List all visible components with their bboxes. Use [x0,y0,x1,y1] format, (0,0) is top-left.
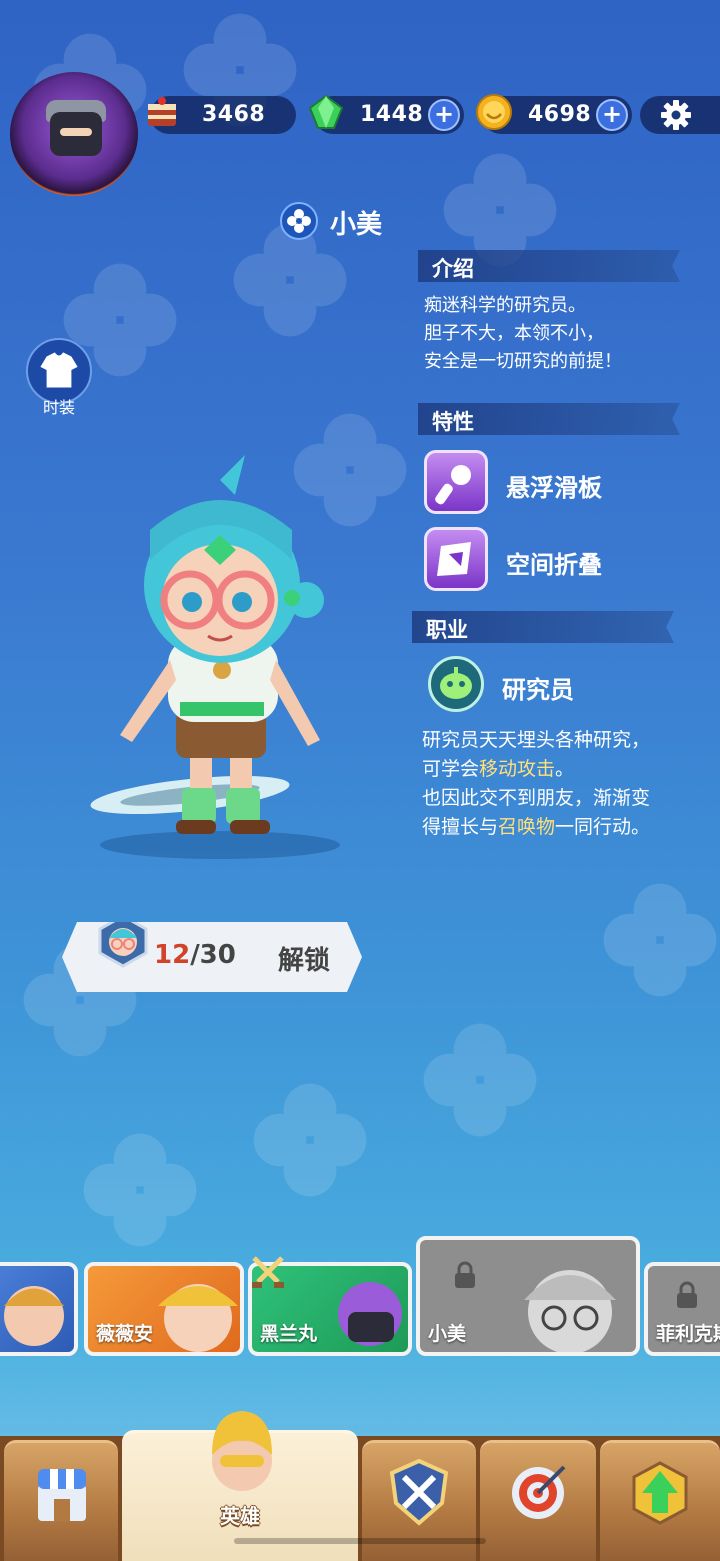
cake-icon [148,97,176,126]
hero-card-name: 黑兰丸 [260,1323,318,1345]
add-gems-button[interactable]: + [428,99,460,131]
hero-shard-icon [98,922,148,968]
background-flower [423,1023,537,1137]
upgrade-icon [632,1461,688,1525]
traits-heading: 特性 [432,410,474,434]
job-description: 研究员天天埋头各种研究， 可学会移动攻击。 也因此交不到朋友，渐渐变 得擅长与召… [422,726,650,842]
hero-name: 小美 [330,210,383,240]
unlock-button[interactable]: 解锁 [278,940,330,977]
green-gem-icon [308,94,344,129]
intro-line: 安全是一切研究的前提！ [424,351,622,372]
intro-line: 胆子不大，本领不小， [424,323,604,344]
gear-icon [661,100,691,130]
battle-icon [389,1458,449,1526]
trait-space-fold[interactable] [424,527,488,591]
player-avatar[interactable] [10,72,138,196]
hero-card-vivian[interactable]: 薇薇安 [84,1262,244,1356]
hero-card[interactable] [0,1262,78,1356]
costume-label: 时装 [42,398,75,417]
highlight-summons: 召唤物 [498,816,556,838]
space-fold-icon [437,542,471,576]
background-flower [603,883,717,997]
hero-card-felix[interactable]: 菲利克斯 [644,1262,720,1356]
gold-coin-icon [476,94,512,130]
job-emblem [428,656,484,712]
job-desc-line: 得擅长与召唤物一同行动。 [422,816,651,838]
lock-icon [677,1281,697,1308]
background-flower [253,1083,367,1197]
add-coins-button[interactable]: + [596,99,628,131]
hero-icon [212,1411,272,1491]
trait-hoverboard[interactable] [424,450,488,514]
flower-icon [280,202,318,240]
intro-heading: 介绍 [432,257,474,281]
background-flower [83,1133,197,1247]
lock-icon [455,1261,475,1288]
gem-count: 1448 [360,102,424,127]
eyes-graphic [60,128,92,136]
trait-label: 悬浮滑板 [506,474,602,502]
unlock-panel[interactable]: 12/30 解锁 [62,922,362,992]
nav-target[interactable] [480,1440,596,1561]
resource-gem: 1448 + [308,94,464,134]
trait-label: 空间折叠 [506,551,602,579]
settings-button[interactable] [640,96,720,134]
hero-card-name: 薇薇安 [96,1323,154,1345]
hero-card-xiaomei[interactable]: 小美 [416,1236,640,1356]
shop-icon [38,1469,86,1521]
hero-portrait [4,1286,64,1346]
nav-upgrade[interactable] [600,1440,720,1561]
job-name: 研究员 [502,676,574,704]
nav-label: 英雄 [220,1504,260,1528]
cake-count: 3468 [202,102,266,127]
coin-count: 4698 [528,102,592,127]
home-indicator[interactable] [234,1538,486,1544]
job-desc-line: 研究员天天埋头各种研究， [422,729,651,751]
shard-progress: 12/30 [154,940,236,970]
resource-coin: 4698 + [476,94,632,134]
job-desc-line: 可学会移动攻击。 [422,758,575,780]
hero-card-name: 菲利克斯 [656,1323,720,1345]
resource-cake: 3468 [148,96,296,134]
job-heading: 职业 [426,618,468,642]
highlight-move-attack: 移动攻击 [479,758,556,780]
intro-heading-bar: 介绍 [418,250,680,282]
equipped-swords-icon [252,1256,284,1288]
traits-heading-bar: 特性 [418,403,680,435]
hero-name-row: 小美 [280,200,420,242]
nav-shop[interactable] [4,1440,118,1561]
job-heading-bar: 职业 [412,611,674,643]
shirt-icon [40,352,78,388]
hoverboard-icon [435,465,471,505]
hero-character-model [90,455,340,859]
job-desc-line: 也因此交不到朋友，渐渐变 [422,787,651,809]
intro-description: 痴迷科学的研究员。 胆子不大，本领不小， 安全是一切研究的前提！ [424,292,622,376]
hero-card-name: 小美 [428,1323,467,1345]
intro-line: 痴迷科学的研究员。 [424,295,586,316]
target-icon [512,1465,566,1519]
robot-icon [440,667,472,699]
